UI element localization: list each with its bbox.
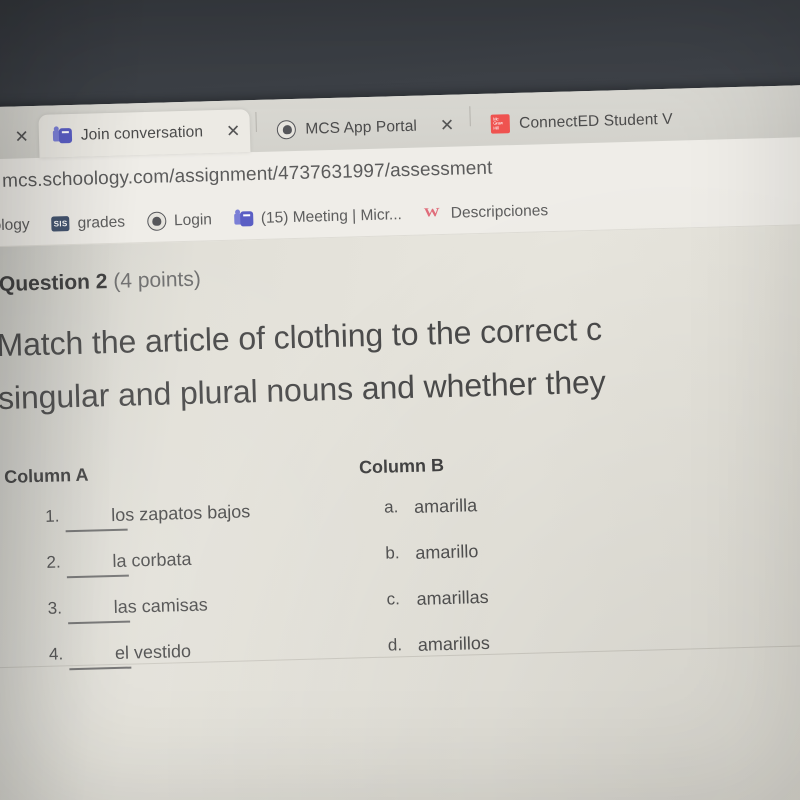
bookmark-label: (15) Meeting | Micr... xyxy=(260,205,403,227)
bookmark-meeting[interactable]: (15) Meeting | Micr... xyxy=(233,205,403,229)
column-b-title: Column B xyxy=(358,455,445,478)
item-number: 1. xyxy=(44,506,60,526)
tab-separator xyxy=(255,111,258,133)
column-b: Column B a. amarilla b. amarillo c. amar… xyxy=(359,448,705,682)
sis-icon: SIS xyxy=(51,216,70,232)
tab-title: Join conversation xyxy=(80,122,204,144)
answer-blank[interactable] xyxy=(66,574,129,579)
bookmark-login[interactable]: Login xyxy=(146,210,213,231)
option-letter: a. xyxy=(383,497,399,517)
mcgraw-hill-icon: Mc Graw Hill xyxy=(490,114,511,134)
close-icon[interactable]: ✕ xyxy=(226,121,241,140)
tab-title: ConnectED Student V xyxy=(518,110,673,132)
item-number: 3. xyxy=(47,598,63,618)
close-icon[interactable]: ✕ xyxy=(14,127,29,146)
answer-blank[interactable] xyxy=(69,666,132,671)
question-number: Question 2 xyxy=(0,270,108,297)
item-number: 4. xyxy=(48,644,64,664)
question-prompt: Match the article of clothing to the cor… xyxy=(0,296,800,426)
item-term: el vestido xyxy=(114,640,192,664)
item-term: los zapatos bajos xyxy=(110,501,251,526)
column-a-title: Column A xyxy=(3,464,89,487)
tab-separator xyxy=(469,106,472,127)
browser-window: ing wit ✕ Join conversation ✕ MCS App Po… xyxy=(0,83,800,800)
answer-blank[interactable] xyxy=(65,528,128,533)
wordwall-icon: W xyxy=(423,205,440,220)
answer-blank[interactable] xyxy=(68,620,131,625)
microsoft-teams-icon xyxy=(233,209,254,229)
microsoft-teams-icon xyxy=(52,126,73,146)
column-b-item-d[interactable]: d. amarillos xyxy=(364,627,705,682)
browser-tab-connected-student[interactable]: Mc Graw Hill ConnectED Student V xyxy=(477,97,684,146)
photo-of-screen: ing wit ✕ Join conversation ✕ MCS App Po… xyxy=(0,0,800,800)
browser-tab-mcs-app-portal[interactable]: MCS App Portal ✕ xyxy=(263,103,465,151)
browser-tab-join-conversation[interactable]: Join conversation ✕ xyxy=(38,109,251,158)
bookmark-label: hoology xyxy=(0,215,30,235)
seal-emblem-icon xyxy=(146,211,167,231)
close-icon[interactable]: ✕ xyxy=(440,116,455,135)
item-term: la corbata xyxy=(112,548,192,572)
option-letter: d. xyxy=(387,635,403,655)
question-header: Question 2 (4 points) xyxy=(0,250,800,298)
bookmark-descripciones[interactable]: W Descripciones xyxy=(424,202,549,223)
column-a: Column A 1. los zapatos bajos 2. la corb… xyxy=(4,457,365,692)
bookmark-grades[interactable]: SIS grades xyxy=(51,213,125,233)
option-word: amarillas xyxy=(416,586,489,609)
seal-emblem-icon xyxy=(277,119,297,140)
bookmark-schoology[interactable]: hoology xyxy=(0,216,30,235)
option-word: amarillo xyxy=(415,541,479,563)
tab-title: MCS App Portal xyxy=(305,117,418,138)
question-points: (4 points) xyxy=(112,267,202,293)
option-word: amarilla xyxy=(413,495,478,517)
option-letter: c. xyxy=(386,589,401,609)
column-a-item-4[interactable]: 4. el vestido xyxy=(9,636,365,692)
bookmark-label: Descripciones xyxy=(450,201,549,222)
option-word: amarillos xyxy=(417,632,491,655)
option-letter: b. xyxy=(385,543,400,563)
address-bar-url: mcs.schoology.com/assignment/4737631997/… xyxy=(1,157,493,192)
item-number: 2. xyxy=(46,552,61,572)
bookmark-label: Login xyxy=(173,210,213,229)
item-term: las camisas xyxy=(113,594,208,618)
browser-tab-1[interactable]: ing wit ✕ xyxy=(0,115,39,160)
assessment-page: Question 2 (4 points) Match the article … xyxy=(0,223,800,800)
bookmark-label: grades xyxy=(77,213,126,232)
matching-columns: Column A 1. los zapatos bajos 2. la corb… xyxy=(0,444,800,693)
